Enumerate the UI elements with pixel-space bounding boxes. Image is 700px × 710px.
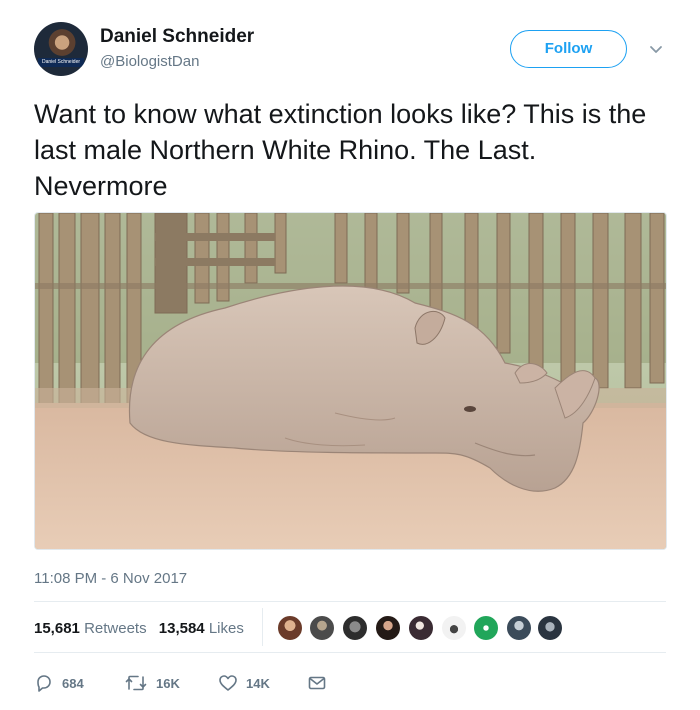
reply-count: 684 <box>62 675 84 691</box>
likes-label: Likes <box>208 620 244 637</box>
retweet-icon <box>125 675 147 691</box>
reply-icon <box>37 675 51 692</box>
liker-avatar[interactable] <box>308 614 336 642</box>
retweets-stat[interactable]: 15,681 Retweets <box>34 620 147 637</box>
liker-avatar[interactable] <box>341 614 369 642</box>
liker-avatar[interactable] <box>407 614 435 642</box>
envelope-icon <box>308 676 326 690</box>
liker-avatar[interactable] <box>440 614 468 642</box>
retweets-label: Retweets <box>84 620 147 637</box>
tweet-media-image[interactable] <box>34 212 667 550</box>
like-action[interactable]: 14K <box>218 668 270 698</box>
retweet-count: 16K <box>156 675 180 691</box>
chevron-down-icon[interactable] <box>646 40 666 60</box>
heart-icon <box>219 675 237 691</box>
tweet-timestamp[interactable]: 11:08 PM - 6 Nov 2017 <box>34 570 187 587</box>
divider <box>34 652 666 653</box>
liker-avatar[interactable] <box>472 614 500 642</box>
likes-stat[interactable]: 13,584 Likes <box>159 620 244 637</box>
retweets-count: 15,681 <box>34 620 80 637</box>
divider <box>34 601 666 602</box>
reply-action[interactable]: 684 <box>34 668 84 698</box>
direct-message-action[interactable] <box>307 668 335 698</box>
like-count: 14K <box>246 675 270 691</box>
liker-avatar[interactable] <box>276 614 304 642</box>
follow-button[interactable]: Follow <box>510 30 627 68</box>
liker-avatar[interactable] <box>536 614 564 642</box>
likes-count: 13,584 <box>158 620 205 637</box>
liker-avatar[interactable] <box>374 614 402 642</box>
stats-separator <box>262 608 263 646</box>
avatar-caption: Daniel Schneider <box>38 58 84 67</box>
avatar[interactable]: Daniel Schneider <box>34 22 88 76</box>
retweet-action[interactable]: 16K <box>124 668 180 698</box>
author-handle[interactable]: @BiologistDan <box>100 53 199 70</box>
liker-avatar[interactable] <box>505 614 533 642</box>
author-display-name[interactable]: Daniel Schneider <box>100 26 254 48</box>
tweet-text: Want to know what extinction looks like?… <box>34 99 647 201</box>
engagement-stats: 15,681 Retweets 13,584 Likes <box>34 620 252 637</box>
